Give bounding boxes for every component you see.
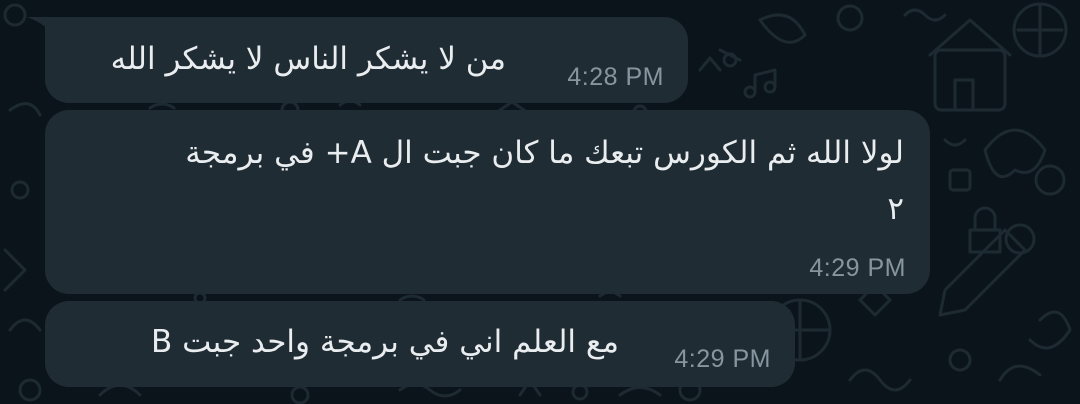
message-timestamp: 4:29 PM [674, 345, 771, 373]
message-text: مع العلم اني في برمجة واحد جبت B [151, 324, 619, 360]
message-bubble-1[interactable]: من لا يشكر الناس لا يشكر الله 4:28 PM [45, 17, 688, 103]
message-bubble-3[interactable]: مع العلم اني في برمجة واحد جبت B 4:29 PM [45, 301, 795, 387]
message-text-line-1: لولا الله ثم الكورس تبعك ما كان جبت ال A… [185, 135, 904, 171]
message-timestamp: 4:28 PM [567, 63, 664, 91]
message-timestamp: 4:29 PM [809, 254, 906, 282]
message-text-line-2: ٢ [887, 191, 904, 227]
message-bubble-2[interactable]: لولا الله ثم الكورس تبعك ما كان جبت ال A… [45, 110, 930, 294]
message-text: من لا يشكر الناس لا يشكر الله [110, 41, 506, 77]
bubble-tail [27, 17, 57, 41]
